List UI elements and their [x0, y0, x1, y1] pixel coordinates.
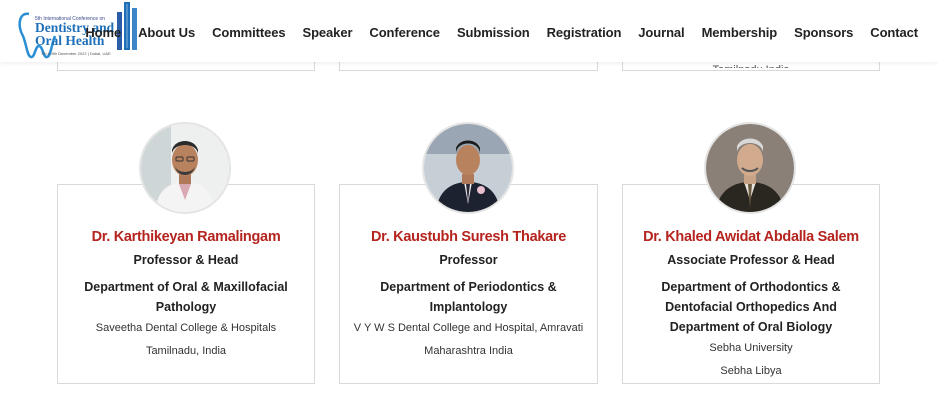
speaker-card: Dr. Khaled Awidat Abdalla Salem Associat…: [622, 184, 880, 384]
speaker-portrait-icon: [141, 124, 229, 212]
speaker-card: Dr. Kaustubh Suresh Thakare Professor De…: [339, 184, 598, 384]
speaker-location: Tamilnadu, India: [145, 345, 227, 357]
speaker-title: Professor & Head: [133, 253, 239, 267]
logo-date: 7th & 8th December 2022 | Dubai, UAE: [41, 51, 111, 56]
nav-membership[interactable]: Membership: [702, 25, 778, 40]
nav-submission[interactable]: Submission: [457, 25, 530, 40]
speaker-title: Associate Professor & Head: [667, 253, 835, 267]
nav-speaker[interactable]: Speaker: [303, 25, 353, 40]
speaker-name[interactable]: Dr. Karthikeyan Ramalingam: [58, 229, 314, 245]
speaker-name[interactable]: Dr. Khaled Awidat Abdalla Salem: [623, 229, 879, 245]
speaker-organization: Sebha University: [709, 342, 793, 354]
nav-committees[interactable]: Committees: [212, 25, 286, 40]
speaker-location: Maharashtra India: [424, 345, 513, 357]
speaker-department: Department of Oral & Maxillofacial Patho…: [84, 280, 288, 314]
nav-sponsors[interactable]: Sponsors: [794, 25, 853, 40]
speaker-organization: V Y W S Dental College and Hospital, Amr…: [353, 322, 584, 334]
speaker-photo[interactable]: [422, 122, 514, 214]
speaker-photo[interactable]: [139, 122, 231, 214]
speaker-photo[interactable]: [704, 122, 796, 214]
site-header: 5th International Conference on Dentistr…: [0, 0, 938, 62]
speaker-portrait-icon: [706, 124, 794, 212]
nav-journal[interactable]: Journal: [638, 25, 684, 40]
nav-about-us[interactable]: About Us: [138, 25, 195, 40]
speaker-name[interactable]: Dr. Kaustubh Suresh Thakare: [340, 229, 597, 245]
partial-location-text: Tamilnadu India: [623, 62, 879, 68]
speaker-card: Dr. Karthikeyan Ramalingam Professor & H…: [57, 184, 315, 384]
speaker-title: Professor: [439, 253, 498, 267]
speaker-department: Department of Orthodontics & Dentofacial…: [661, 280, 841, 334]
speaker-department: Department of Periodontics & Implantolog…: [380, 280, 557, 314]
speaker-portrait-icon: [424, 124, 512, 212]
nav-conference[interactable]: Conference: [369, 25, 440, 40]
nav-contact[interactable]: Contact: [870, 25, 918, 40]
speaker-organization: Saveetha Dental College & Hospitals: [95, 322, 277, 334]
nav-home[interactable]: Home: [85, 25, 121, 40]
speaker-location: Sebha Libya: [720, 365, 782, 377]
nav-registration[interactable]: Registration: [547, 25, 622, 40]
main-nav: Home About Us Committees Speaker Confere…: [68, 25, 918, 40]
